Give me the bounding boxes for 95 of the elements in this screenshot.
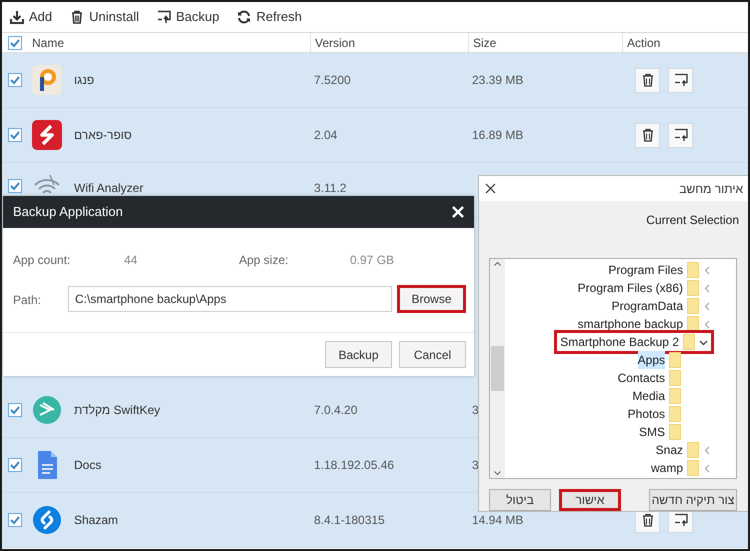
scrollbar[interactable]: [490, 259, 505, 478]
chevron-down-icon: [699, 338, 708, 346]
close-button[interactable]: [485, 183, 496, 194]
tree-item[interactable]: Program Files: [606, 261, 714, 279]
column-header[interactable]: Version: [315, 34, 356, 52]
version-text: 7.5200: [314, 72, 351, 89]
folder-icon: [683, 334, 695, 350]
folder-icon: [687, 460, 699, 476]
dialog-button[interactable]: ביטול: [489, 489, 551, 511]
backup-button[interactable]: [668, 68, 693, 92]
folder-icon: [687, 442, 699, 458]
lightning-logo-icon: [32, 120, 62, 150]
toolbar-button[interactable]: Refresh: [237, 7, 302, 27]
checkbox[interactable]: [8, 128, 22, 142]
browse-button[interactable]: Browse: [397, 285, 466, 313]
app-name: Wifi Analyzer: [74, 180, 144, 197]
s-circle-icon: [32, 505, 62, 535]
info-label: App count:: [13, 252, 72, 269]
selection-label: Current Selection: [646, 213, 739, 227]
dialog-button[interactable]: אישור: [559, 489, 621, 511]
folder-icon: [669, 424, 681, 440]
tree-item[interactable]: smartphone backup: [576, 315, 714, 333]
dialog-button[interactable]: צור תיקיה חדשה: [649, 489, 737, 511]
close-icon: [485, 183, 496, 194]
info-value: 0.97 GB: [350, 252, 394, 269]
tree-item[interactable]: Smartphone Backup 2: [554, 330, 714, 354]
column-header[interactable]: Name: [32, 34, 64, 52]
monitor-arrow-icon: [674, 513, 688, 527]
monitor-arrow-icon: [157, 10, 171, 24]
close-icon: [452, 206, 464, 218]
trash-icon: [640, 513, 654, 527]
size-text: 14.94 MB: [472, 512, 524, 529]
tree-item[interactable]: Photos: [626, 405, 683, 423]
info-label: App size:: [239, 252, 290, 269]
path-label: Path:: [13, 292, 42, 309]
monitor-arrow-icon: [674, 73, 688, 87]
arrow-circle-icon: [32, 395, 62, 425]
scroll-down-icon[interactable]: [494, 471, 501, 476]
size-text: 23.39 MB: [472, 72, 524, 89]
tree-item[interactable]: Program Files (x86): [576, 279, 714, 297]
tree-item[interactable]: SMS: [636, 423, 683, 441]
dialog-button[interactable]: Backup: [325, 341, 392, 368]
checkbox[interactable]: [8, 458, 22, 472]
checkbox[interactable]: [8, 179, 22, 193]
folder-icon: [669, 406, 681, 422]
dialog-title: Backup Application: [13, 203, 123, 222]
p-logo-icon: [32, 65, 62, 95]
size-text: 3: [472, 402, 479, 419]
monitor-arrow-icon: [674, 128, 688, 142]
dialog-button[interactable]: Cancel: [399, 341, 466, 368]
checkbox[interactable]: [8, 36, 22, 50]
checkbox[interactable]: [8, 73, 22, 87]
refresh-icon: [237, 10, 252, 24]
app-name: סופר-פארם: [74, 127, 132, 144]
path-field[interactable]: C:\smartphone backup\Apps: [68, 286, 392, 312]
tree-item[interactable]: Snaz: [654, 441, 714, 459]
app-name: Shazam: [74, 512, 118, 529]
size-text: 3: [472, 457, 479, 474]
dialog-title: איתור מחשב: [679, 180, 743, 198]
column-header[interactable]: Size: [473, 34, 496, 52]
trash-icon: [640, 73, 654, 87]
app-name: פנגו: [74, 72, 94, 89]
folder-icon: [687, 298, 699, 314]
tree-item[interactable]: ProgramData: [610, 297, 714, 315]
app-name: Docs: [74, 457, 102, 474]
info-value: 44: [124, 252, 138, 269]
toolbar-button[interactable]: Backup: [157, 7, 220, 27]
column-header[interactable]: Action: [627, 34, 660, 52]
folder-icon: [669, 352, 681, 368]
version-text: 1.18.192.05.46: [314, 457, 394, 474]
backup-button[interactable]: [668, 122, 693, 148]
folder-icon: [687, 262, 699, 278]
trash-icon: [70, 10, 84, 24]
checkbox[interactable]: [8, 513, 22, 527]
toolbar-button[interactable]: Uninstall: [70, 7, 139, 27]
checkbox[interactable]: [8, 403, 22, 417]
delete-button[interactable]: [635, 122, 660, 148]
folder-icon: [669, 370, 681, 386]
tree-item[interactable]: Media: [630, 387, 683, 405]
folder-icon: [687, 280, 699, 296]
delete-button[interactable]: [635, 68, 660, 92]
version-text: 2.04: [314, 127, 338, 144]
app-name: מקלדת SwiftKey: [74, 402, 160, 419]
toolbar-button[interactable]: Add: [10, 7, 52, 27]
size-text: 16.89 MB: [472, 127, 524, 144]
version-text: 7.0.4.20: [314, 402, 358, 419]
download-icon: [10, 10, 24, 24]
version-text: 3.11.2: [314, 180, 346, 197]
trash-icon: [640, 128, 654, 142]
folder-icon: [669, 388, 681, 404]
version-text: 8.4.1-180315: [314, 512, 385, 529]
tree-item[interactable]: Contacts: [616, 369, 683, 387]
scrollbar-thumb[interactable]: [491, 346, 504, 391]
tree-item[interactable]: wamp: [648, 459, 714, 477]
scroll-up-icon[interactable]: [494, 261, 501, 266]
